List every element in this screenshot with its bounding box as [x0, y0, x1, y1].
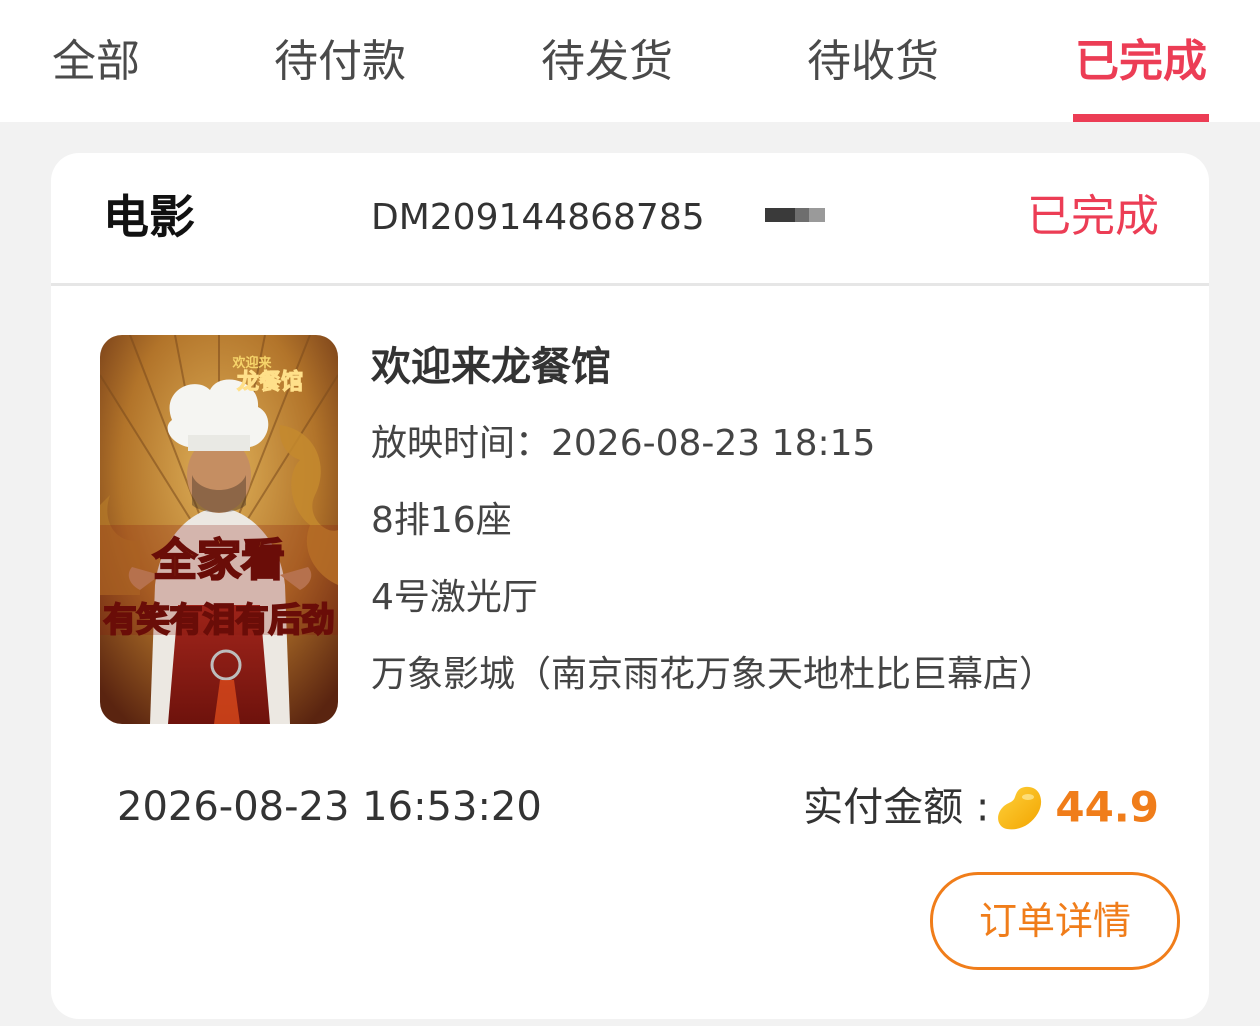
tab-pending-payment[interactable]: 待付款 [274, 30, 406, 94]
order-card[interactable]: 电影 DM209144868785 已完成 欢迎来 龙餐馆 全家看 有笑有泪有后… [51, 153, 1209, 1019]
tab-pending-shipment[interactable]: 待发货 [541, 30, 673, 94]
seat-info: 8排16座 [371, 500, 512, 541]
active-tab-indicator [1073, 114, 1209, 122]
order-number: DM209144868785 [371, 197, 705, 238]
showtime: 放映时间：2026-08-23 18:15 [371, 423, 876, 464]
coin-bean-icon [995, 783, 1045, 833]
movie-title[interactable]: 欢迎来龙餐馆 [371, 339, 611, 395]
order-card-header: 电影 DM209144868785 已完成 [51, 153, 1209, 286]
tab-completed[interactable]: 已完成 [1075, 30, 1207, 94]
poster-tagline-1: 全家看 [152, 535, 285, 586]
cinema-name: 万象影城（南京雨花万象天地杜比巨幕店） [371, 654, 1056, 695]
paid-amount: 44.9 [1055, 782, 1159, 832]
poster-tagline-2: 有笑有泪有后劲 [104, 600, 335, 639]
movie-poster[interactable]: 欢迎来 龙餐馆 全家看 有笑有泪有后劲 [100, 335, 338, 724]
order-detail-button[interactable]: 订单详情 [930, 872, 1180, 970]
order-time: 2026-08-23 16:53:20 [117, 784, 542, 830]
tab-all[interactable]: 全部 [52, 30, 140, 94]
masked-order-number-icon [765, 208, 829, 222]
hall-info: 4号激光厅 [371, 577, 538, 618]
tab-pending-receipt[interactable]: 待收货 [807, 30, 939, 94]
paid-amount-row: 实付金额 : 44.9 [803, 779, 1159, 835]
order-category: 电影 [103, 190, 195, 244]
paid-label: 实付金额 : [803, 784, 990, 831]
order-tab-bar: 全部 待付款 待发货 待收货 已完成 [0, 0, 1260, 122]
poster-logo-main: 龙餐馆 [237, 369, 303, 395]
order-status: 已完成 [1027, 191, 1159, 242]
